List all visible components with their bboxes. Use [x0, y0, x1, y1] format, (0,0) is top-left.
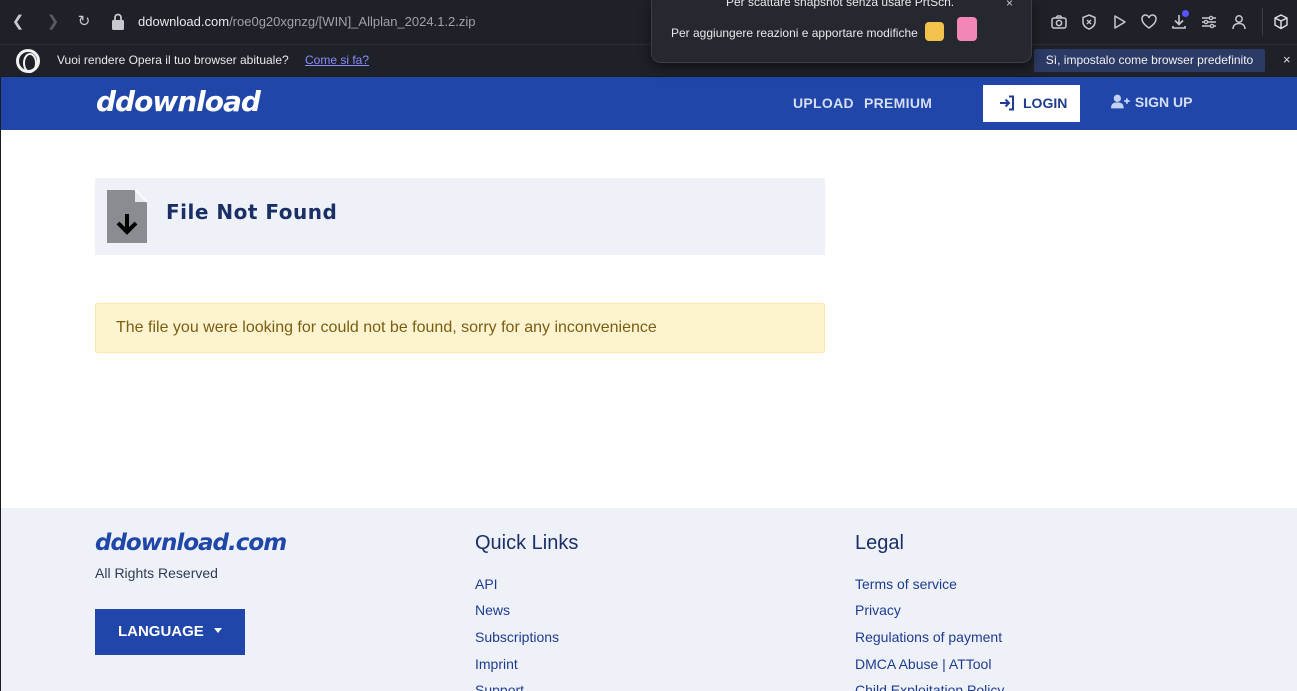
- caret-down-icon: [214, 628, 222, 633]
- footer-link-child-policy[interactable]: Child Exploitation Policy: [855, 682, 1004, 691]
- opera-logo-icon: [16, 49, 40, 73]
- address-bar[interactable]: ddownload.com/roe0g20xgnzg/[WIN]_Allplan…: [138, 14, 476, 29]
- camera-icon[interactable]: [1049, 12, 1069, 32]
- site-footer: ddownload.com All Rights Reserved LANGUA…: [1, 508, 1297, 691]
- set-default-button[interactable]: Sì, impostalo come browser predefinito: [1034, 49, 1265, 72]
- quick-links-heading: Quick Links: [475, 532, 579, 554]
- footer-link-imprint[interactable]: Imprint: [475, 656, 518, 672]
- footer-link-payment[interactable]: Regulations of payment: [855, 629, 1002, 645]
- sign-in-icon: [1000, 95, 1014, 111]
- signup-label: SIGN UP: [1134, 94, 1193, 110]
- footer-link-news[interactable]: News: [475, 602, 510, 618]
- emoji-sticker-icon: [925, 22, 944, 41]
- back-button[interactable]: ❮: [8, 12, 28, 32]
- forward-button[interactable]: ❯: [43, 12, 63, 32]
- footer-link-subscriptions[interactable]: Subscriptions: [475, 629, 559, 645]
- file-download-icon: [107, 189, 148, 243]
- web-page: ddownload UPLOAD PREMIUM LOGIN SIGN UP F…: [1, 77, 1297, 691]
- site-logo[interactable]: ddownload: [96, 85, 261, 118]
- toolbar-divider: [1262, 8, 1263, 36]
- download-badge: [1182, 10, 1189, 17]
- popup-text-line2: Per aggiungere reazioni e apportare modi…: [671, 26, 918, 40]
- popup-text-line1: Per scattare snapshot senza usare PrtScn…: [726, 0, 955, 9]
- site-header: ddownload UPLOAD PREMIUM LOGIN SIGN UP: [1, 77, 1297, 130]
- footer-link-api[interactable]: API: [475, 576, 498, 592]
- browser-toolbar: ❮ ❯ ↻ ddownload.com/roe0g20xgnzg/[WIN]_A…: [0, 0, 1297, 44]
- box-icon[interactable]: [1271, 12, 1291, 32]
- easy-setup-icon[interactable]: [1199, 12, 1219, 32]
- language-label: LANGUAGE: [117, 623, 204, 640]
- infobar-close-button[interactable]: ×: [1283, 52, 1291, 67]
- default-browser-infobar: Vuoi rendere Opera il tuo browser abitua…: [0, 44, 1297, 76]
- language-button[interactable]: LANGUAGE: [95, 609, 245, 655]
- cat-sticker-icon: [957, 17, 977, 41]
- profile-icon[interactable]: [1229, 12, 1249, 32]
- alert-message: The file you were looking for could not …: [116, 319, 657, 336]
- legal-heading: Legal: [855, 532, 904, 554]
- lock-icon: [112, 13, 124, 30]
- footer-logo[interactable]: ddownload.com: [95, 530, 287, 556]
- reload-button[interactable]: ↻: [74, 12, 94, 32]
- nav-premium[interactable]: PREMIUM: [864, 95, 932, 111]
- footer-link-support[interactable]: Support: [475, 682, 524, 691]
- login-label: LOGIN: [1023, 95, 1068, 111]
- heart-icon[interactable]: [1139, 12, 1159, 32]
- shield-icon[interactable]: [1079, 12, 1099, 32]
- file-title-box: File Not Found: [95, 178, 825, 255]
- footer-rights: All Rights Reserved: [95, 565, 218, 581]
- snapshot-popup: Per scattare snapshot senza usare PrtScn…: [651, 0, 1032, 63]
- infobar-message: Vuoi rendere Opera il tuo browser abitua…: [57, 53, 289, 67]
- login-button[interactable]: LOGIN: [983, 85, 1080, 122]
- popup-close-button[interactable]: ×: [1006, 0, 1013, 10]
- footer-link-dmca[interactable]: DMCA Abuse | ATTool: [855, 656, 991, 672]
- play-icon[interactable]: [1109, 12, 1129, 32]
- user-plus-icon: [1111, 94, 1130, 109]
- footer-link-terms[interactable]: Terms of service: [855, 576, 957, 592]
- page-title: File Not Found: [166, 200, 338, 224]
- not-found-alert: The file you were looking for could not …: [95, 303, 825, 353]
- infobar-help-link[interactable]: Come si fa?: [305, 53, 369, 67]
- footer-link-privacy[interactable]: Privacy: [855, 602, 901, 618]
- url-host: ddownload.com: [138, 14, 230, 29]
- nav-upload[interactable]: UPLOAD: [793, 95, 854, 111]
- url-path: /roe0g20xgnzg/[WIN]_Allplan_2024.1.2.zip: [229, 14, 476, 29]
- signup-link[interactable]: SIGN UP: [1111, 93, 1192, 110]
